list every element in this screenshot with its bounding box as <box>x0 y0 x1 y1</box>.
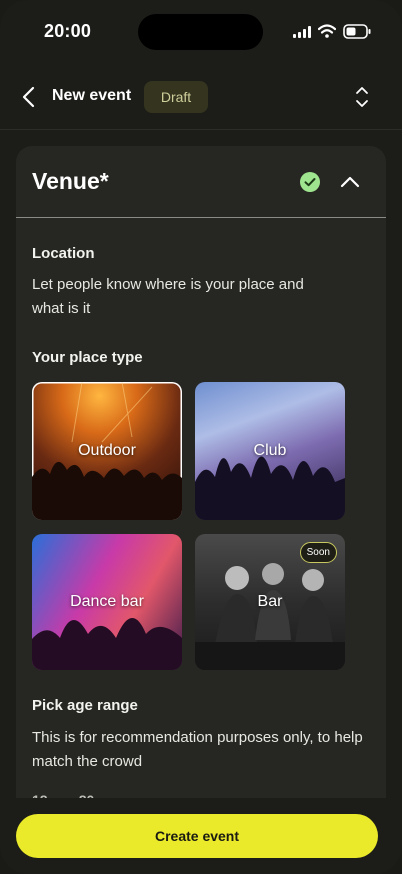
age-range-description: This is for recommendation purposes only… <box>32 729 363 770</box>
place-option-dance-bar[interactable]: Dance bar <box>32 534 182 670</box>
section-divider <box>16 217 386 218</box>
expand-collapse-icon[interactable] <box>350 84 374 110</box>
place-option-label: Bar <box>257 593 283 610</box>
place-option-club[interactable]: Club <box>195 382 345 520</box>
bottom-bar: Create event <box>0 798 402 874</box>
place-option-bar[interactable]: Soon Bar <box>195 534 345 670</box>
status-bar: 20:00 <box>0 0 402 62</box>
place-option-label: Club <box>253 442 287 459</box>
location-label: Location <box>32 245 95 262</box>
chevron-left-icon[interactable] <box>18 84 40 110</box>
create-event-button[interactable]: Create event <box>16 814 378 858</box>
place-type-label: Your place type <box>32 349 143 366</box>
chevron-up-icon[interactable] <box>338 170 362 194</box>
battery-icon <box>343 24 371 39</box>
app-screen: 20:00 New event Draft Venue* Location Le… <box>0 0 402 874</box>
location-description: Let people know where is your place and … <box>32 276 304 317</box>
signal-icon <box>293 26 311 38</box>
status-time: 20:00 <box>44 21 92 41</box>
place-option-outdoor[interactable]: Outdoor <box>32 382 182 520</box>
place-option-label: Outdoor <box>78 442 136 459</box>
header-divider <box>0 129 402 130</box>
place-option-label: Dance bar <box>70 593 144 610</box>
page-title: New event <box>52 87 132 104</box>
soon-badge: Soon <box>299 542 337 563</box>
age-range-label: Pick age range <box>32 697 138 714</box>
top-bar: New event Draft <box>0 74 402 120</box>
venue-section: Venue* Location Let people know where is… <box>16 146 386 846</box>
dynamic-island <box>138 14 263 50</box>
draft-badge: Draft <box>144 81 208 113</box>
check-circle-icon <box>300 172 320 192</box>
wifi-icon <box>318 24 336 38</box>
section-title: Venue* <box>32 168 109 194</box>
